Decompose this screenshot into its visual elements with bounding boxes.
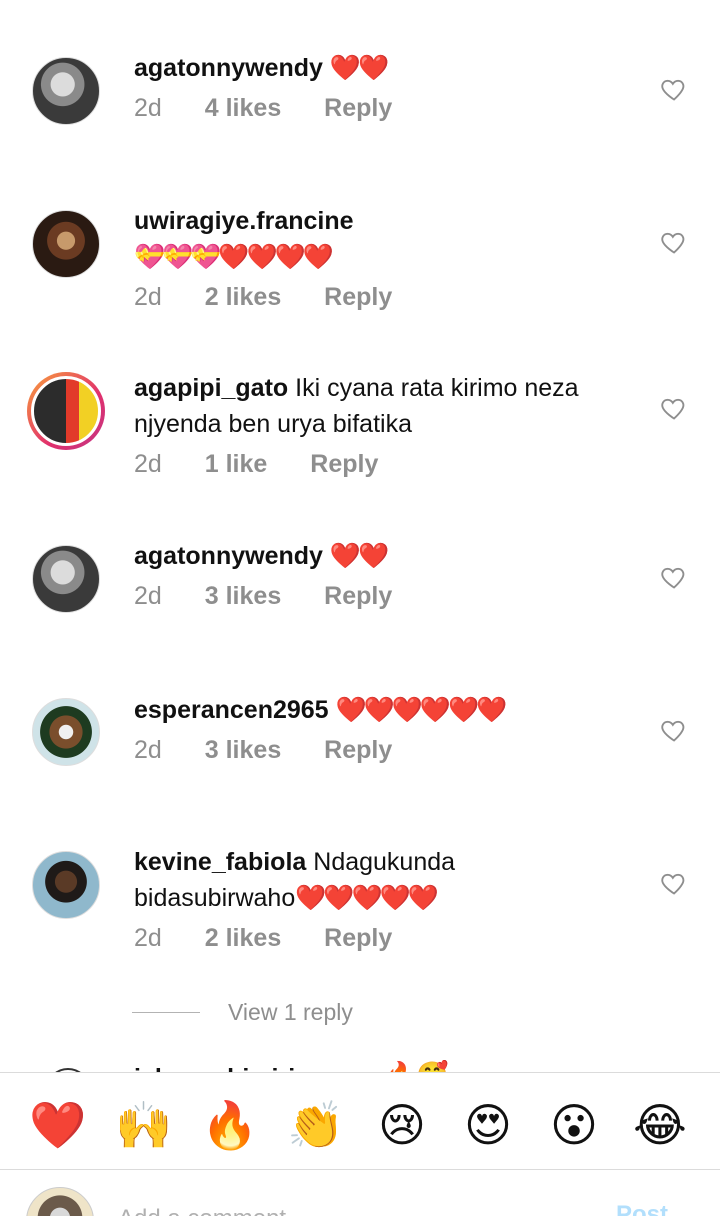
comment-time: 2d (134, 924, 162, 952)
emoji-raising-hands-button[interactable]: 🙌 (114, 1095, 174, 1155)
comment-text: agatonnywendy ❤️❤️ (134, 538, 654, 574)
reply-button[interactable]: Reply (324, 732, 392, 768)
comment-composer: Post (0, 1171, 720, 1216)
comment-body: uwiragiye.francine 💝💝💝❤️❤️❤️❤️ 2d 2 like… (134, 203, 654, 315)
reply-button[interactable]: Reply (324, 279, 392, 315)
comment-body: agapipi_gato Iki cyana rata kirimo neza … (134, 370, 654, 482)
comment-likes[interactable]: 3 likes (205, 732, 281, 768)
comment-meta: 2d 1 like Reply (134, 446, 654, 482)
comment-time: 2d (134, 450, 162, 478)
like-heart-icon[interactable] (660, 75, 688, 103)
avatar (31, 376, 101, 446)
emoji-red-heart-button[interactable]: ❤️ (28, 1095, 88, 1155)
comment-message: Iki cyana rata kirimo neza (295, 374, 579, 402)
comment-text: bidasubirwaho❤️❤️❤️❤️❤️ (134, 880, 654, 916)
comment-text: uwiragiye.francine (134, 203, 654, 239)
comment-likes[interactable]: 1 like (205, 446, 268, 482)
comment-emoji: ❤️❤️❤️❤️❤️ (295, 884, 439, 912)
comment-username[interactable]: kevine_fabiola (134, 848, 306, 876)
comment-likes[interactable]: 2 likes (205, 920, 281, 956)
comment-username[interactable]: agatonnywendy (134, 54, 323, 82)
comment-text: 💝💝💝❤️❤️❤️❤️ (134, 239, 654, 275)
comment-likes[interactable]: 3 likes (205, 578, 281, 614)
comment-username[interactable]: agapipi_gato (134, 374, 288, 402)
reply-button[interactable]: Reply (324, 578, 392, 614)
comment-time: 2d (134, 94, 162, 122)
comment-text: kevine_fabiola Ndagukunda (134, 844, 654, 880)
reply-button[interactable]: Reply (324, 920, 392, 956)
emoji-quick-bar: ❤️ 🙌 🔥 👏 😢 😍 😮 😂 (0, 1072, 720, 1170)
comment-username[interactable]: uwiragiye.francine (134, 207, 354, 235)
comment-likes[interactable]: 2 likes (205, 279, 281, 315)
divider (132, 1011, 200, 1013)
comment-text: esperancen2965 ❤️❤️❤️❤️❤️❤️ (134, 692, 654, 728)
emoji-clapping-hands-button[interactable]: 👏 (286, 1095, 346, 1155)
comment-emoji: ❤️❤️❤️❤️❤️❤️ (335, 696, 508, 724)
comment-text-continued: njyenda ben urya bifatika (134, 410, 412, 438)
emoji-surprised-face-button[interactable]: 😮 (544, 1095, 604, 1155)
avatar[interactable] (32, 851, 100, 919)
like-heart-icon[interactable] (660, 563, 688, 591)
avatar[interactable] (32, 545, 100, 613)
comment-meta: 2d 3 likes Reply (134, 578, 654, 614)
comment-body: kevine_fabiola Ndagukunda bidasubirwaho❤… (134, 844, 654, 956)
comment-body: agatonnywendy ❤️❤️ 2d 3 likes Reply (134, 538, 654, 614)
post-button[interactable]: Post (616, 1201, 668, 1216)
comment-meta: 2d 2 likes Reply (134, 279, 654, 315)
comment-text-continued: bidasubirwaho (134, 884, 296, 912)
comment-meta: 2d 4 likes Reply (134, 90, 654, 126)
like-heart-icon[interactable] (660, 716, 688, 744)
comment-meta: 2d 3 likes Reply (134, 732, 654, 768)
comment-message: Ndagukunda (313, 848, 456, 876)
comment-username[interactable]: agatonnywendy (134, 542, 323, 570)
like-heart-icon[interactable] (660, 394, 688, 422)
comment-text: agatonnywendy ❤️❤️ (134, 50, 654, 86)
comment-time: 2d (134, 736, 162, 764)
comment-body: esperancen2965 ❤️❤️❤️❤️❤️❤️ 2d 3 likes R… (134, 692, 654, 768)
comment-emoji: ❤️❤️ (329, 54, 389, 82)
emoji-tears-of-joy-button[interactable]: 😂 (630, 1095, 690, 1155)
comment-emoji: ❤️❤️ (329, 542, 389, 570)
avatar[interactable] (32, 210, 100, 278)
view-replies-button[interactable]: View 1 reply (132, 994, 353, 1030)
like-heart-icon[interactable] (660, 228, 688, 256)
view-replies-label: View 1 reply (228, 998, 353, 1025)
avatar[interactable] (32, 57, 100, 125)
comment-likes[interactable]: 4 likes (205, 90, 281, 126)
comment-emoji: 💝💝💝❤️❤️❤️❤️ (134, 243, 334, 271)
comment-meta: 2d 2 likes Reply (134, 920, 654, 956)
emoji-fire-button[interactable]: 🔥 (200, 1095, 260, 1155)
comment-username[interactable]: esperancen2965 (134, 696, 329, 724)
like-heart-icon[interactable] (660, 869, 688, 897)
comment-text: agapipi_gato Iki cyana rata kirimo neza (134, 370, 654, 406)
reply-button[interactable]: Reply (310, 446, 378, 482)
reply-button[interactable]: Reply (324, 90, 392, 126)
comment-time: 2d (134, 582, 162, 610)
emoji-heart-eyes-button[interactable]: 😍 (458, 1095, 518, 1155)
avatar[interactable] (32, 698, 100, 766)
comment-input[interactable] (118, 1201, 578, 1216)
current-user-avatar (26, 1187, 94, 1216)
avatar-story-ring[interactable] (27, 372, 105, 450)
comment-time: 2d (134, 283, 162, 311)
comment-body: agatonnywendy ❤️❤️ 2d 4 likes Reply (134, 50, 654, 126)
emoji-crying-face-button[interactable]: 😢 (372, 1095, 432, 1155)
